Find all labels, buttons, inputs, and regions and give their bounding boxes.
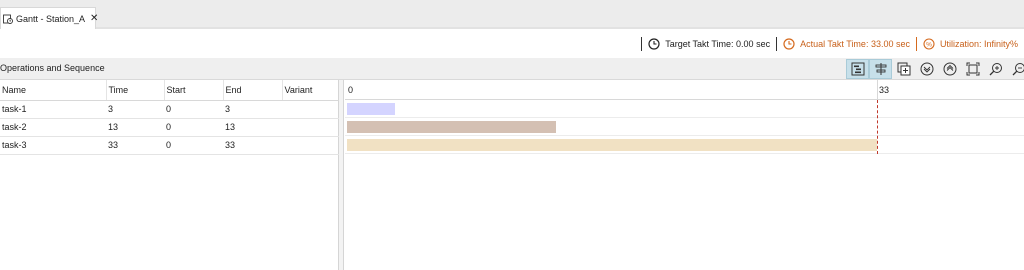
- cell-name: task-3: [0, 136, 106, 155]
- table-row[interactable]: task-3 33 0 33: [0, 136, 339, 155]
- collapse-up-icon: [943, 62, 956, 76]
- table-row[interactable]: task-1 3 0 3: [0, 100, 339, 119]
- utilization-status: % Utilization: Infinity%: [917, 38, 1024, 50]
- align-button[interactable]: [869, 59, 892, 79]
- actual-takt-status: Actual Takt Time: 33.00 sec: [777, 38, 916, 50]
- clock-icon: [783, 38, 795, 50]
- zoom-out-icon: [1012, 63, 1024, 76]
- column-header-variant[interactable]: Variant: [282, 80, 340, 101]
- takt-time-line: [877, 100, 878, 154]
- gantt-row: [345, 100, 1024, 118]
- cell-variant: [282, 136, 339, 155]
- cell-time: 13: [106, 118, 164, 137]
- cell-variant: [282, 100, 339, 119]
- cell-name: task-2: [0, 118, 106, 137]
- cell-name: task-1: [0, 100, 106, 119]
- section-title: Operations and Sequence: [0, 63, 105, 73]
- panel-splitter[interactable]: [339, 80, 344, 270]
- percent-icon: %: [923, 38, 935, 50]
- operations-table-panel: Name Time Start End Variant task-1 3 0 3…: [0, 80, 340, 270]
- tick-line: [877, 80, 878, 100]
- collapse-up-button[interactable]: [938, 59, 961, 79]
- cell-start: 0: [164, 100, 223, 119]
- actual-takt-text: Actual Takt Time: 33.00 sec: [800, 39, 910, 49]
- gantt-toolbar: [846, 59, 1024, 79]
- zoom-out-button[interactable]: [1007, 59, 1024, 79]
- clock-icon: [648, 38, 660, 50]
- zoom-in-icon: [989, 63, 1002, 76]
- close-icon[interactable]: ✕: [90, 13, 98, 24]
- fit-icon: [966, 62, 979, 76]
- gantt-row: [345, 118, 1024, 136]
- add-box-icon: [897, 62, 910, 76]
- cell-time: 3: [106, 100, 164, 119]
- table-row[interactable]: task-2 13 0 13: [0, 118, 339, 137]
- cell-end: 33: [223, 136, 282, 155]
- operations-header: Operations and Sequence: [0, 58, 1024, 80]
- column-header-start[interactable]: Start: [164, 80, 224, 101]
- add-box-button[interactable]: [892, 59, 915, 79]
- cell-time: 33: [106, 136, 164, 155]
- cell-end: 3: [223, 100, 282, 119]
- utilization-text: Utilization: Infinity%: [939, 39, 1018, 49]
- gantt-timeline-header: 0 33: [345, 80, 1024, 100]
- gantt-chart: 0 33: [345, 80, 1024, 270]
- table-header-row: Name Time Start End Variant: [0, 80, 340, 101]
- cell-end: 13: [223, 118, 282, 137]
- cell-start: 0: [164, 118, 223, 137]
- tick-label-takt: 33: [879, 85, 890, 95]
- gantt-bar-task-3[interactable]: [347, 139, 877, 151]
- gantt-view-icon: [851, 62, 864, 76]
- cell-start: 0: [164, 136, 223, 155]
- collapse-down-button[interactable]: [915, 59, 938, 79]
- svg-text:%: %: [926, 41, 932, 48]
- gantt-bar-task-2[interactable]: [347, 121, 556, 133]
- tab-label: Gantt - Station_A: [16, 13, 86, 24]
- gantt-row: [345, 136, 1024, 154]
- align-icon: [875, 63, 886, 75]
- column-header-end[interactable]: End: [223, 80, 283, 101]
- gantt-doc-icon: [3, 14, 13, 24]
- column-header-name[interactable]: Name: [0, 80, 107, 101]
- document-tab-strip: Gantt - Station_A ✕: [0, 0, 1024, 29]
- zoom-in-button[interactable]: [984, 59, 1007, 79]
- takt-status-bar: Target Takt Time: 0.00 sec Actual Takt T…: [0, 30, 1024, 58]
- tick-label-start: 0: [348, 85, 354, 95]
- collapse-down-icon: [920, 62, 933, 76]
- gantt-bar-task-1[interactable]: [347, 103, 396, 115]
- target-takt-text: Target Takt Time: 0.00 sec: [665, 39, 771, 49]
- target-takt-status: Target Takt Time: 0.00 sec: [642, 38, 776, 50]
- fit-button[interactable]: [961, 59, 984, 79]
- cell-variant: [282, 118, 339, 137]
- operations-table: Name Time Start End Variant task-1 3 0 3…: [0, 80, 340, 155]
- tab-gantt-station-a[interactable]: Gantt - Station_A ✕: [0, 7, 98, 29]
- gantt-view-button[interactable]: [846, 59, 869, 79]
- column-header-time[interactable]: Time: [106, 80, 165, 101]
